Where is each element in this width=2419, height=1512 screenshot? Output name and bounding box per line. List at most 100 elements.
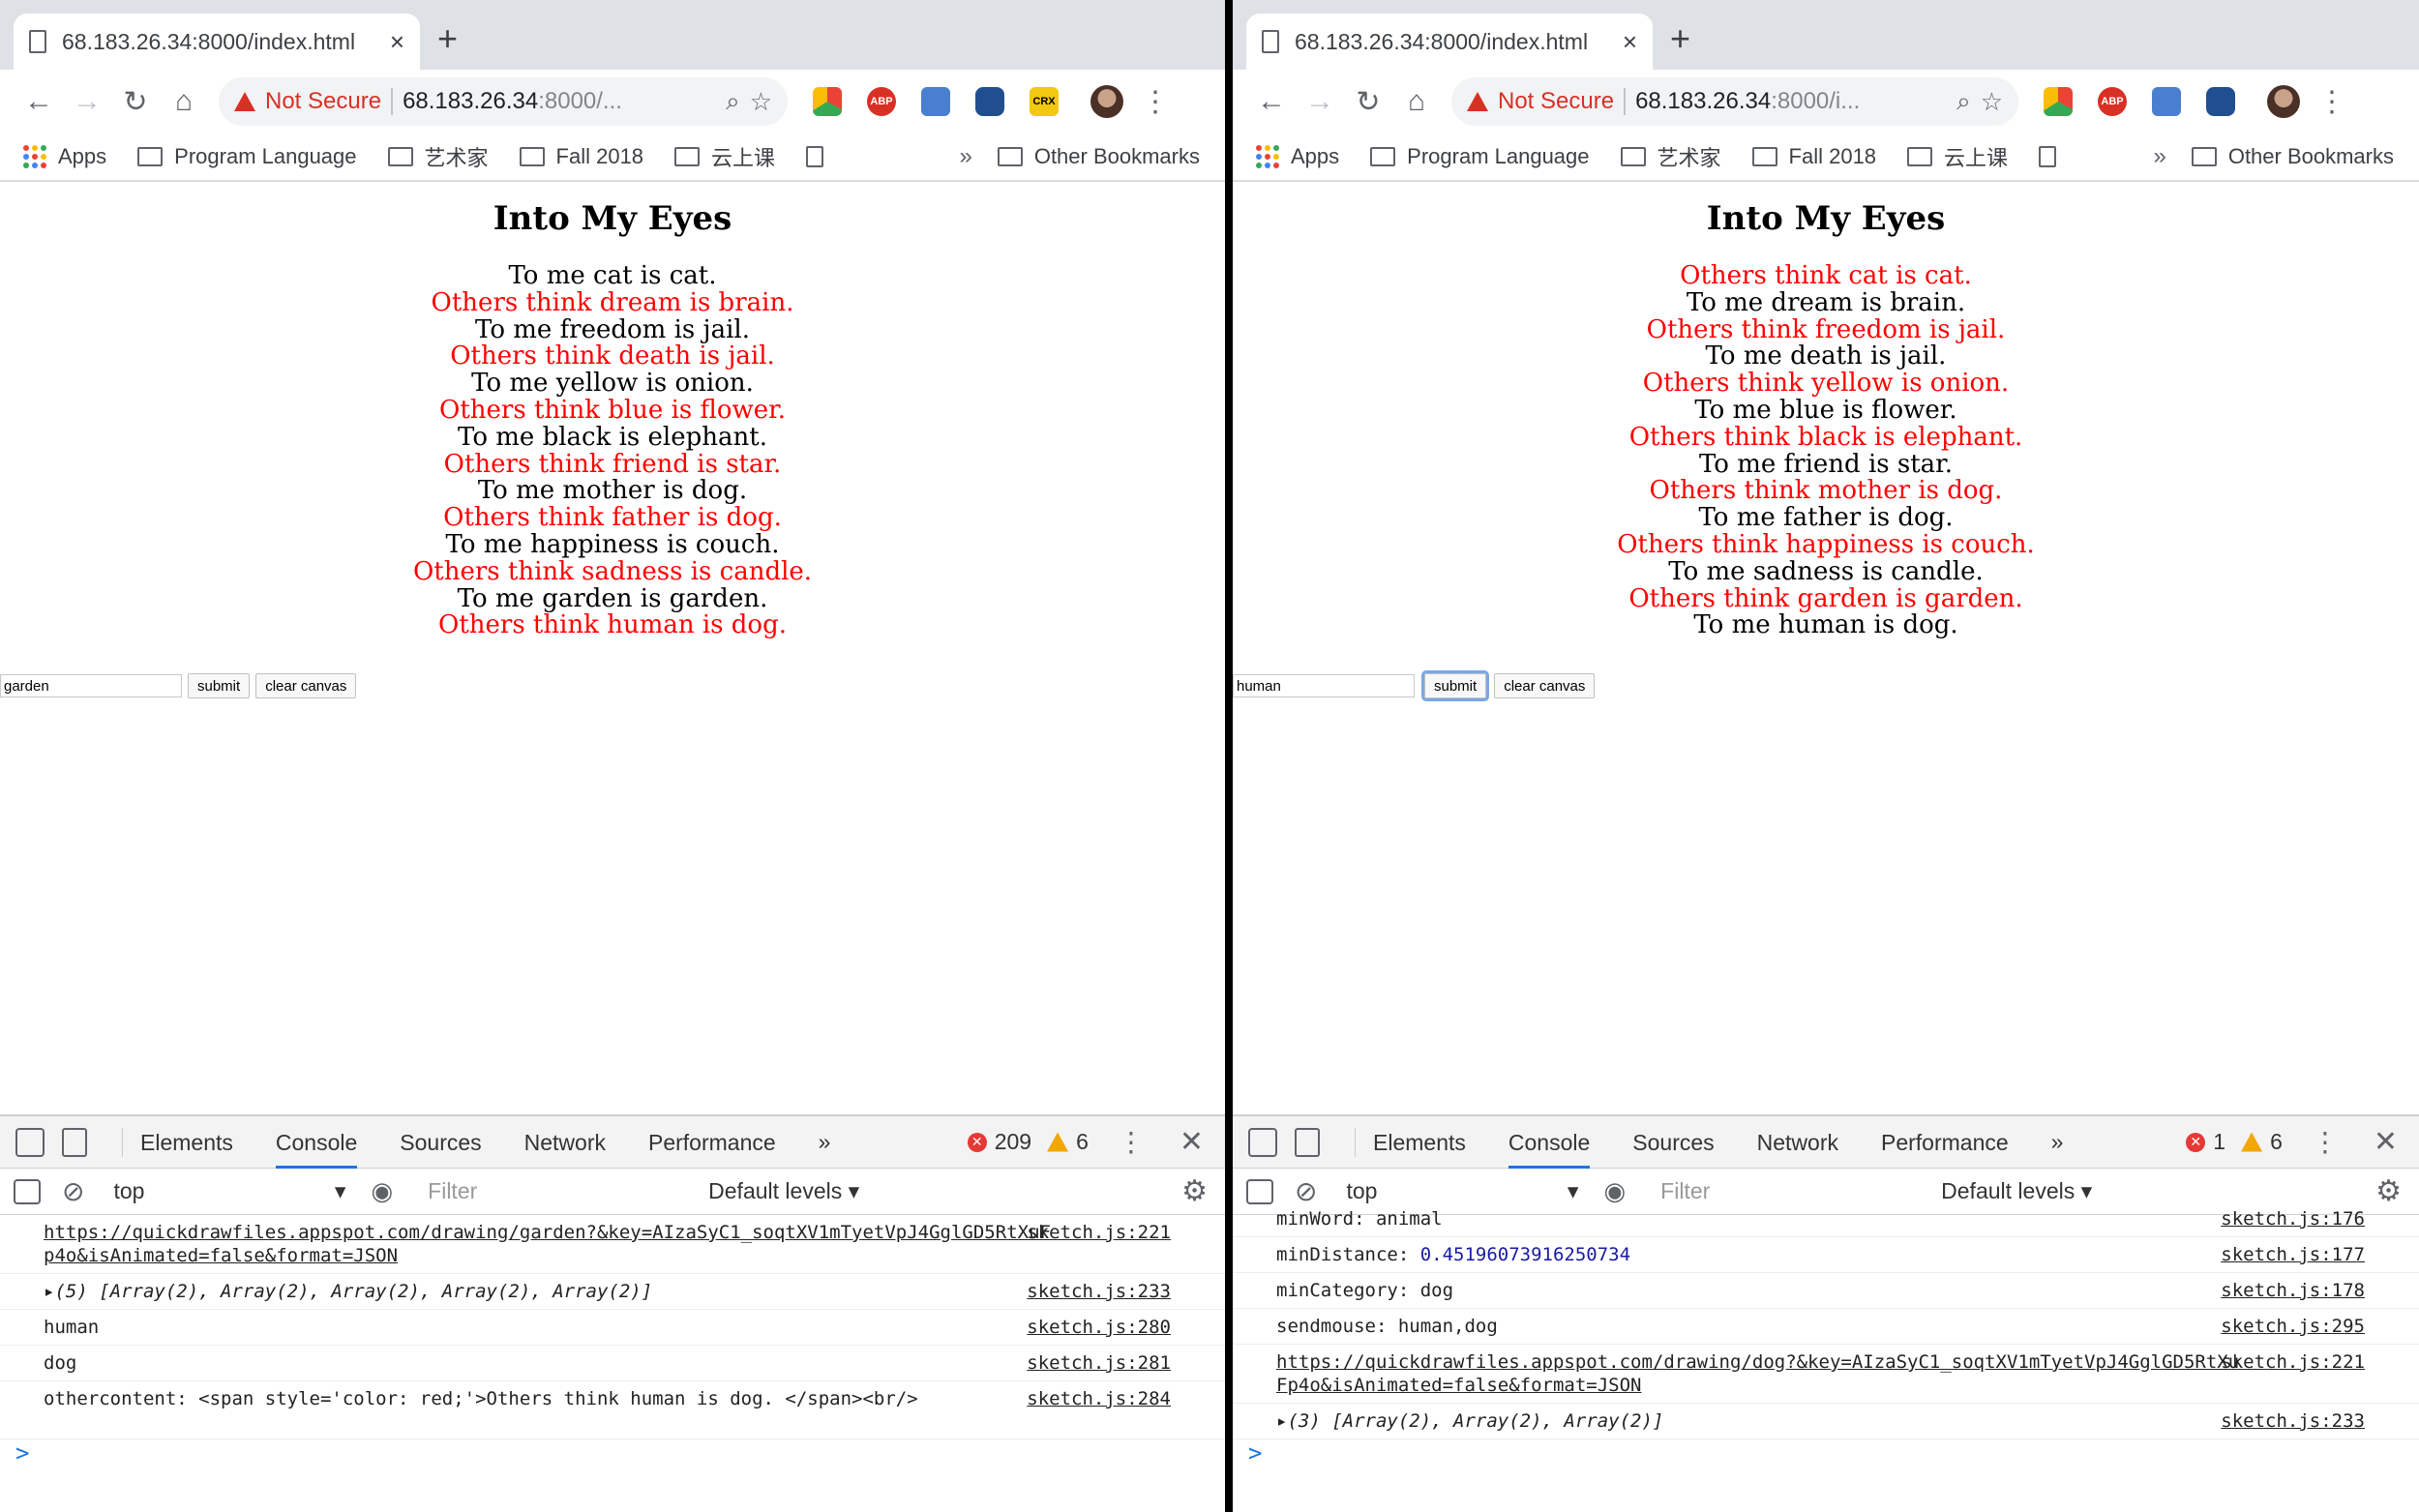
source-link[interactable]: sketch.js:178	[2221, 1279, 2365, 1302]
source-link[interactable]: sketch.js:221	[2221, 1350, 2365, 1374]
bookmark-page[interactable]	[806, 146, 824, 167]
bookmark-folder[interactable]: Fall 2018	[1751, 144, 1876, 169]
omnibox[interactable]: Not Secure 68.183.26.34:8000/i... ⌕ ☆	[1451, 77, 2018, 126]
new-tab-button[interactable]: +	[437, 21, 458, 56]
device-toolbar-icon[interactable]	[1295, 1127, 1320, 1157]
tab-network[interactable]: Network	[524, 1116, 606, 1169]
tab-network[interactable]: Network	[1757, 1116, 1838, 1169]
inspect-element-icon[interactable]	[15, 1127, 45, 1157]
bookmark-page[interactable]	[2039, 146, 2057, 167]
log-levels-dropdown[interactable]: Default levels ▾	[708, 1178, 859, 1204]
tab-performance[interactable]: Performance	[648, 1116, 776, 1169]
back-icon[interactable]: ←	[1250, 80, 1293, 123]
bookmark-folder[interactable]: Program Language	[137, 144, 357, 169]
source-link[interactable]: sketch.js:233	[2221, 1409, 2365, 1433]
clear-canvas-button[interactable]: clear canvas	[255, 673, 357, 698]
bookmarks-overflow-icon[interactable]: »	[2153, 143, 2165, 170]
error-warning-counts[interactable]: ✕ 209 6	[967, 1129, 1089, 1155]
crx-extension-icon[interactable]: CRX	[1030, 87, 1059, 116]
bookmark-apps[interactable]: Apps	[23, 144, 106, 169]
star-icon[interactable]: ☆	[750, 87, 772, 117]
bookmark-folder[interactable]: Program Language	[1370, 144, 1590, 169]
source-link[interactable]: sketch.js:221	[1027, 1221, 1171, 1244]
console-filter-input[interactable]: Filter	[418, 1173, 690, 1209]
gear-icon[interactable]: ⚙	[1181, 1174, 1208, 1208]
star-icon[interactable]: ☆	[1981, 87, 2003, 117]
extension-icon[interactable]	[813, 87, 842, 116]
submit-button[interactable]: submit	[188, 673, 251, 698]
source-link[interactable]: sketch.js:295	[2221, 1315, 2365, 1338]
tab-elements[interactable]: Elements	[1373, 1116, 1466, 1169]
home-icon[interactable]: ⌂	[1395, 80, 1438, 123]
reload-icon[interactable]: ↻	[1347, 80, 1389, 123]
console-prompt[interactable]: >	[15, 1439, 29, 1467]
new-tab-button[interactable]: +	[1670, 21, 1690, 56]
menu-kebab-icon[interactable]: ⋮	[1141, 85, 1170, 119]
menu-kebab-icon[interactable]: ⋮	[2317, 85, 2346, 119]
word-input[interactable]	[0, 674, 182, 697]
device-toolbar-icon[interactable]	[62, 1127, 87, 1157]
more-tabs-icon[interactable]: »	[819, 1129, 831, 1155]
bookmark-folder[interactable]: 艺术家	[387, 141, 489, 172]
error-warning-counts[interactable]: ✕ 1 6	[2186, 1129, 2283, 1155]
omnibox[interactable]: Not Secure 68.183.26.34:8000/... ⌕ ☆	[219, 77, 788, 126]
not-secure-label[interactable]: Not Secure	[265, 88, 381, 115]
forward-icon[interactable]: →	[1299, 80, 1341, 123]
reload-icon[interactable]: ↻	[114, 80, 157, 123]
extension-icon[interactable]	[2206, 87, 2235, 116]
tab-console[interactable]: Console	[275, 1116, 358, 1169]
source-link[interactable]: sketch.js:280	[1027, 1316, 1171, 1339]
tab-elements[interactable]: Elements	[140, 1116, 233, 1169]
bookmarks-overflow-icon[interactable]: »	[959, 143, 971, 170]
sidebar-toggle-icon[interactable]	[14, 1178, 41, 1204]
source-link[interactable]: sketch.js:177	[2221, 1243, 2365, 1266]
clear-canvas-button[interactable]: clear canvas	[1494, 673, 1596, 698]
console-prompt[interactable]: >	[1248, 1439, 1262, 1467]
array-expander[interactable]: ▸(5) [Array(2), Array(2), Array(2), Arra…	[44, 1281, 652, 1302]
adblock-icon[interactable]: ABP	[2098, 87, 2127, 116]
devtools-menu-icon[interactable]: ⋮	[1118, 1126, 1145, 1158]
sidebar-toggle-icon[interactable]	[1246, 1178, 1273, 1204]
profile-avatar[interactable]	[2267, 85, 2300, 118]
extension-icon[interactable]	[975, 87, 1004, 116]
tab-sources[interactable]: Sources	[1632, 1116, 1714, 1169]
bookmark-folder[interactable]: 云上课	[674, 141, 775, 172]
devtools-menu-icon[interactable]: ⋮	[2312, 1126, 2339, 1158]
tab-close-icon[interactable]: ×	[1623, 27, 1637, 57]
other-bookmarks[interactable]: Other Bookmarks	[997, 144, 1200, 169]
tab-close-icon[interactable]: ×	[390, 27, 404, 57]
source-link[interactable]: sketch.js:176	[2221, 1207, 2365, 1230]
bookmark-folder[interactable]: 云上课	[1907, 141, 2008, 172]
clear-console-icon[interactable]: ⊘	[62, 1175, 84, 1207]
bookmark-apps[interactable]: Apps	[1256, 144, 1339, 169]
array-expander[interactable]: ▸(3) [Array(2), Array(2), Array(2)]	[1276, 1410, 1663, 1432]
adblock-icon[interactable]: ABP	[867, 87, 896, 116]
close-devtools-icon[interactable]: ✕	[1180, 1125, 1204, 1159]
tab-console[interactable]: Console	[1508, 1116, 1591, 1169]
submit-button[interactable]: submit	[1420, 670, 1490, 701]
browser-tab[interactable]: 68.183.26.34:8000/index.html ×	[14, 14, 420, 70]
live-expression-eye-icon[interactable]: ◉	[371, 1176, 393, 1206]
source-link[interactable]: sketch.js:281	[1027, 1351, 1171, 1375]
not-secure-label[interactable]: Not Secure	[1498, 88, 1614, 115]
context-selector[interactable]: top ▾	[113, 1178, 345, 1204]
inspect-element-icon[interactable]	[1248, 1127, 1277, 1157]
source-link[interactable]: sketch.js:284	[1027, 1387, 1171, 1410]
extension-icon[interactable]	[2044, 87, 2073, 116]
profile-avatar[interactable]	[1090, 85, 1123, 118]
zoom-icon[interactable]: ⌕	[726, 86, 740, 117]
home-icon[interactable]: ⌂	[163, 80, 205, 123]
camera-extension-icon[interactable]	[921, 87, 950, 116]
tab-sources[interactable]: Sources	[400, 1116, 481, 1169]
back-icon[interactable]: ←	[17, 80, 60, 123]
url-text[interactable]: 68.183.26.34:8000/i...	[1635, 88, 1947, 115]
camera-extension-icon[interactable]	[2152, 87, 2181, 116]
word-input[interactable]	[1233, 674, 1415, 697]
forward-icon[interactable]: →	[66, 80, 108, 123]
context-selector[interactable]: top ▾	[1346, 1178, 1578, 1204]
other-bookmarks[interactable]: Other Bookmarks	[2191, 144, 2394, 169]
browser-tab[interactable]: 68.183.26.34:8000/index.html ×	[1246, 14, 1653, 70]
url-text[interactable]: 68.183.26.34:8000/...	[403, 88, 716, 115]
zoom-icon[interactable]: ⌕	[1956, 86, 1971, 117]
source-link[interactable]: sketch.js:233	[1027, 1280, 1171, 1303]
